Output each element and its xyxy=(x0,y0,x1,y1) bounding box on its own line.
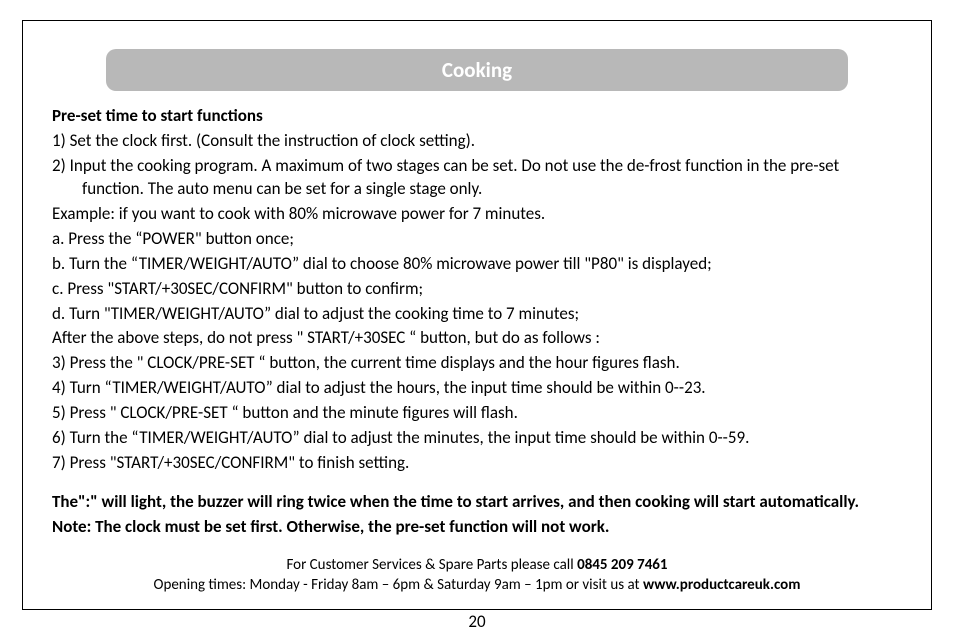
footer-website: www.productcareuk.com xyxy=(643,576,801,594)
subheading: Pre-set time to start functions xyxy=(52,105,902,128)
footer: For Customer Services & Spare Parts plea… xyxy=(52,555,902,596)
footer-text-1: For Customer Services & Spare Parts plea… xyxy=(286,556,577,574)
step-4: 4) Turn “TIMER/WEIGHT/AUTO” dial to adju… xyxy=(52,377,902,400)
step-1: 1) Set the clock first. (Consult the ins… xyxy=(52,130,902,153)
step-5: 5) Press " CLOCK/PRE-SET “ button and th… xyxy=(52,402,902,425)
example-a: a. Press the “POWER" button once; xyxy=(52,228,902,251)
example-intro: Example: if you want to cook with 80% mi… xyxy=(52,203,902,226)
step-6: 6) Turn the “TIMER/WEIGHT/AUTO” dial to … xyxy=(52,427,902,450)
body-content: Pre-set time to start functions 1) Set t… xyxy=(47,105,907,595)
page-frame: Cooking Pre-set time to start functions … xyxy=(22,20,932,610)
step-7: 7) Press "START/+30SEC/CONFIRM" to finis… xyxy=(52,452,902,475)
step-2: 2) Input the cooking program. A maximum … xyxy=(52,155,902,201)
section-heading: Cooking xyxy=(442,57,512,83)
example-d: d. Turn "TIMER/WEIGHT/AUTO” dial to adju… xyxy=(52,303,902,326)
page-number: 20 xyxy=(0,611,954,632)
bold-note-1: The":" will light, the buzzer will ring … xyxy=(52,491,902,514)
section-heading-bar: Cooking xyxy=(106,49,848,91)
footer-text-2: Opening times: Monday - Friday 8am – 6pm… xyxy=(154,576,643,594)
footer-line-2: Opening times: Monday - Friday 8am – 6pm… xyxy=(52,575,902,595)
step-3: 3) Press the " CLOCK/PRE-SET “ button, t… xyxy=(52,352,902,375)
example-b: b. Turn the “TIMER/WEIGHT/AUTO” dial to … xyxy=(52,253,902,276)
example-c: c. Press "START/+30SEC/CONFIRM" button t… xyxy=(52,278,902,301)
bold-note-2: Note: The clock must be set first. Other… xyxy=(52,516,902,539)
footer-phone: 0845 209 7461 xyxy=(577,556,667,574)
after-steps: After the above steps, do not press " ST… xyxy=(52,327,902,350)
footer-line-1: For Customer Services & Spare Parts plea… xyxy=(52,555,902,575)
